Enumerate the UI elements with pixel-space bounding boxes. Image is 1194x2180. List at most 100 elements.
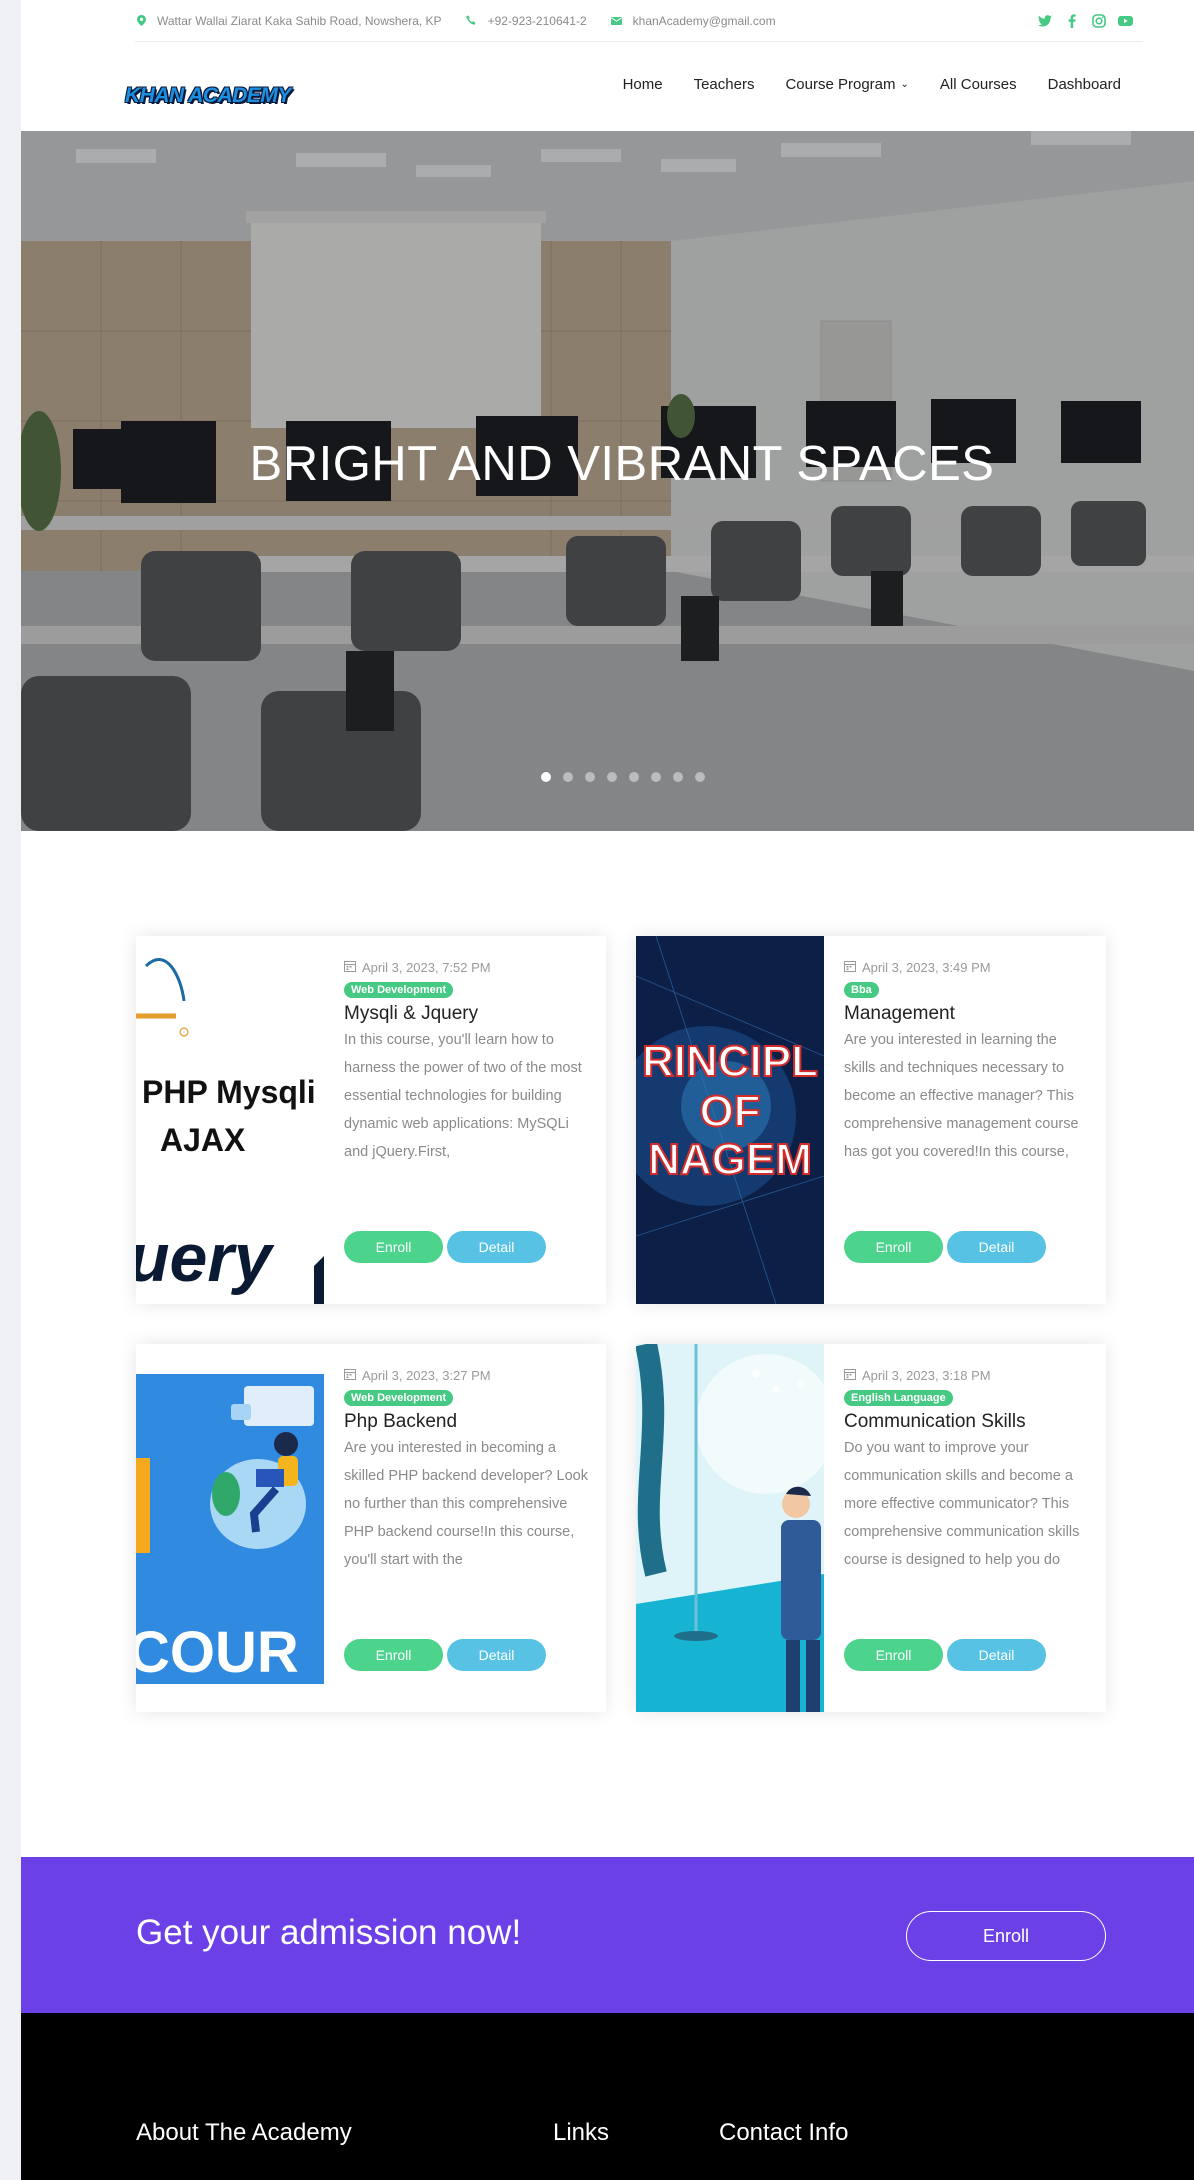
phone-text[interactable]: +92-923-210641-2 xyxy=(488,14,587,28)
thumb-text: AJAX xyxy=(160,1122,246,1158)
detail-button[interactable]: Detail xyxy=(447,1231,546,1263)
course-description: Are you interested in becoming a skilled… xyxy=(344,1440,588,1568)
enroll-button[interactable]: Enroll xyxy=(844,1639,943,1671)
course-date: April 3, 2023, 3:27 PM xyxy=(344,1368,592,1383)
hero-title: BRIGHT AND VIBRANT SPACES xyxy=(249,437,995,491)
top-bar-inner: Wattar Wallai Ziarat Kaka Sahib Road, No… xyxy=(135,0,1143,42)
site-footer: About The Academy Links Contact Info xyxy=(21,2013,1194,2180)
course-actions: Enroll Detail xyxy=(344,1231,546,1263)
email-text[interactable]: khanAcademy@gmail.com xyxy=(633,14,776,28)
course-body: April 3, 2023, 7:52 PM Web Development M… xyxy=(344,960,592,1194)
social-links xyxy=(1037,13,1133,28)
course-title[interactable]: Management xyxy=(844,1003,1092,1025)
nav-course-program-label: Course Program xyxy=(785,76,896,93)
course-body: April 3, 2023, 3:49 PM Bba Management Ar… xyxy=(844,960,1092,1194)
site-header: KHAN ACADEMY Home Teachers Course Progra… xyxy=(21,43,1194,131)
footer-about-heading: About The Academy xyxy=(136,2119,352,2146)
hero-slider: BRIGHT AND VIBRANT SPACES xyxy=(21,131,1194,831)
course-category-badge[interactable]: English Language xyxy=(844,1390,953,1406)
envelope-icon xyxy=(611,15,623,27)
phone-info: +92-923-210641-2 xyxy=(466,14,587,28)
facebook-icon[interactable] xyxy=(1064,13,1079,28)
footer-contact-heading: Contact Info xyxy=(719,2119,849,2146)
nav-dashboard[interactable]: Dashboard xyxy=(1048,76,1121,93)
course-card: COUR April 3, 2023, 3:27 PM Web Developm… xyxy=(136,1344,606,1712)
course-actions: Enroll Detail xyxy=(844,1231,1046,1263)
course-date-text: April 3, 2023, 3:18 PM xyxy=(862,1368,991,1383)
course-date-text: April 3, 2023, 7:52 PM xyxy=(362,960,491,975)
page: Wattar Wallai Ziarat Kaka Sahib Road, No… xyxy=(21,0,1194,2180)
course-category-badge[interactable]: Web Development xyxy=(344,982,454,998)
course-thumbnail[interactable] xyxy=(636,1344,824,1712)
course-card: PHP Mysqli AJAX uery April 3, 2023, 7:52… xyxy=(136,936,606,1304)
email-info: khanAcademy@gmail.com xyxy=(611,14,776,28)
detail-button[interactable]: Detail xyxy=(947,1231,1046,1263)
enroll-button[interactable]: Enroll xyxy=(844,1231,943,1263)
thumb-text: COUR xyxy=(136,1620,299,1685)
course-body: April 3, 2023, 3:18 PM English Language … xyxy=(844,1368,1092,1602)
calendar-icon xyxy=(344,1368,356,1383)
course-title[interactable]: Mysqli & Jquery xyxy=(344,1003,592,1025)
twitter-icon[interactable] xyxy=(1037,13,1052,28)
calendar-icon xyxy=(844,1368,856,1383)
site-logo[interactable]: KHAN ACADEMY xyxy=(125,84,291,108)
course-date: April 3, 2023, 7:52 PM xyxy=(344,960,592,975)
course-card: RINCIPL OF NAGEM April 3, 2023, 3:49 PM … xyxy=(636,936,1106,1304)
course-description: In this course, you'll learn how to harn… xyxy=(344,1032,582,1160)
course-date: April 3, 2023, 3:18 PM xyxy=(844,1368,1092,1383)
thumb-text: OF xyxy=(699,1087,760,1136)
course-actions: Enroll Detail xyxy=(844,1639,1046,1671)
slider-dot[interactable] xyxy=(541,772,551,782)
slider-dots xyxy=(541,772,705,782)
top-bar: Wattar Wallai Ziarat Kaka Sahib Road, No… xyxy=(21,0,1194,42)
course-thumbnail[interactable]: COUR xyxy=(136,1344,324,1712)
thumb-text: RINCIPL xyxy=(642,1037,818,1086)
thumb-text: NAGEM xyxy=(648,1135,812,1184)
instagram-icon[interactable] xyxy=(1091,13,1106,28)
nav-home[interactable]: Home xyxy=(623,76,663,93)
footer-links-heading: Links xyxy=(553,2119,610,2146)
youtube-icon[interactable] xyxy=(1118,13,1133,28)
course-category-badge[interactable]: Web Development xyxy=(344,1390,454,1406)
phone-icon xyxy=(466,15,478,27)
detail-button[interactable]: Detail xyxy=(947,1639,1046,1671)
nav-teachers[interactable]: Teachers xyxy=(694,76,755,93)
course-title[interactable]: Communication Skills xyxy=(844,1411,1092,1433)
address-info: Wattar Wallai Ziarat Kaka Sahib Road, No… xyxy=(135,14,442,28)
course-title[interactable]: Php Backend xyxy=(344,1411,592,1433)
slider-dot[interactable] xyxy=(563,772,573,782)
admission-banner: Get your admission now! Enroll xyxy=(21,1857,1194,2013)
course-thumbnail[interactable]: PHP Mysqli AJAX uery xyxy=(136,936,324,1304)
thumb-text: PHP Mysqli xyxy=(142,1074,316,1110)
slider-dot[interactable] xyxy=(695,772,705,782)
calendar-icon xyxy=(344,960,356,975)
course-thumbnail[interactable]: RINCIPL OF NAGEM xyxy=(636,936,824,1304)
address-text: Wattar Wallai Ziarat Kaka Sahib Road, No… xyxy=(157,13,442,28)
slider-dot[interactable] xyxy=(585,772,595,782)
slider-dot[interactable] xyxy=(673,772,683,782)
course-date: April 3, 2023, 3:49 PM xyxy=(844,960,1092,975)
enroll-button[interactable]: Enroll xyxy=(344,1639,443,1671)
admission-text: Get your admission now! xyxy=(136,1913,522,1952)
admission-enroll-button[interactable]: Enroll xyxy=(906,1911,1106,1961)
course-date-text: April 3, 2023, 3:49 PM xyxy=(862,960,991,975)
slider-dot[interactable] xyxy=(629,772,639,782)
main-nav: Home Teachers Course Program ⌄ All Course… xyxy=(623,76,1121,93)
nav-all-courses[interactable]: All Courses xyxy=(940,76,1017,93)
course-category-badge[interactable]: Bba xyxy=(844,982,879,998)
course-description: Are you interested in learning the skill… xyxy=(844,1032,1079,1160)
course-description: Do you want to improve your communicatio… xyxy=(844,1440,1080,1568)
course-actions: Enroll Detail xyxy=(344,1639,546,1671)
enroll-button[interactable]: Enroll xyxy=(344,1231,443,1263)
course-card: April 3, 2023, 3:18 PM English Language … xyxy=(636,1344,1106,1712)
detail-button[interactable]: Detail xyxy=(447,1639,546,1671)
course-date-text: April 3, 2023, 3:27 PM xyxy=(362,1368,491,1383)
nav-course-program[interactable]: Course Program ⌄ xyxy=(785,76,908,93)
map-pin-icon xyxy=(135,15,147,27)
slider-dot[interactable] xyxy=(607,772,617,782)
thumb-text: uery xyxy=(136,1220,275,1296)
calendar-icon xyxy=(844,960,856,975)
course-body: April 3, 2023, 3:27 PM Web Development P… xyxy=(344,1368,592,1602)
chevron-down-icon: ⌄ xyxy=(900,79,909,90)
slider-dot[interactable] xyxy=(651,772,661,782)
